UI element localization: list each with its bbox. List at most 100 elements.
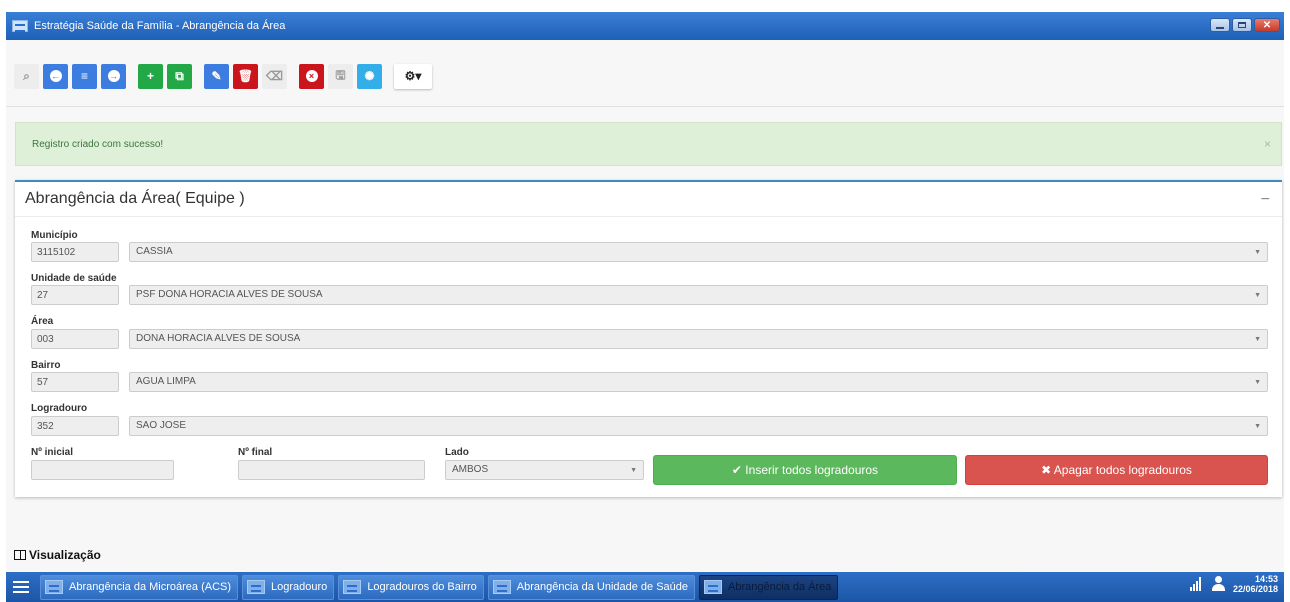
visualizacao-label: Visualização bbox=[29, 548, 101, 562]
close-icon: ✕ bbox=[1262, 19, 1272, 31]
alert-message: Registro criado com sucesso! bbox=[32, 138, 164, 150]
numero-final-input[interactable] bbox=[238, 460, 425, 480]
bairro-label: Bairro bbox=[31, 360, 61, 371]
task-abrangencia-area[interactable]: Abrangência da Área bbox=[699, 574, 839, 600]
task-abrangencia-microarea[interactable]: Abrangência da Microárea (ACS) bbox=[40, 574, 239, 600]
delete-button[interactable]: 🗑 bbox=[233, 63, 258, 89]
plus-icon: + bbox=[146, 69, 154, 83]
area-select[interactable]: DONA HORACIA ALVES DE SOUSA ▼ bbox=[129, 329, 1268, 349]
insert-all-button[interactable]: ✔ Inserir todos logradouros bbox=[653, 455, 957, 485]
lado-label: Lado bbox=[445, 447, 469, 458]
refresh-button[interactable]: ✺ bbox=[357, 63, 382, 89]
numero-inicial-input[interactable] bbox=[31, 460, 174, 480]
chevron-down-icon: ▼ bbox=[1254, 336, 1261, 343]
list-button[interactable]: ≡ bbox=[72, 63, 97, 89]
toolbar-divider bbox=[6, 106, 1284, 107]
main-content: ⌕ ← ≡ → + ⧉ ✎ 🗑 ⌫ × 🖫 ✺ ⚙▾ Registro cria… bbox=[6, 40, 1284, 572]
edit-icon: ✎ bbox=[211, 69, 222, 83]
bairro-code-field[interactable]: 57 bbox=[31, 372, 119, 392]
clock: 14:53 22/06/2018 bbox=[1233, 574, 1278, 594]
window-titlebar: Estratégia Saúde da Família - Abrangênci… bbox=[6, 12, 1284, 40]
chevron-down-icon: ▼ bbox=[1254, 379, 1261, 386]
clock-date: 22/06/2018 bbox=[1232, 584, 1278, 594]
unidade-code-field[interactable]: 27 bbox=[31, 285, 119, 305]
chevron-down-icon: ▼ bbox=[1254, 249, 1261, 256]
user-icon[interactable] bbox=[1211, 576, 1225, 592]
maximize-button[interactable] bbox=[1232, 18, 1252, 32]
minimize-icon bbox=[1216, 26, 1224, 29]
area-label: Área bbox=[31, 316, 54, 327]
window-title: Estratégia Saúde da Família - Abrangênci… bbox=[34, 20, 286, 32]
lado-select[interactable]: AMBOS ▼ bbox=[445, 460, 644, 480]
refresh-icon: ✺ bbox=[364, 69, 375, 83]
area-code-field[interactable]: 003 bbox=[31, 329, 119, 349]
window-icon bbox=[45, 580, 63, 594]
edit-button[interactable]: ✎ bbox=[204, 63, 229, 89]
task-label: Logradouro bbox=[271, 581, 328, 593]
logradouro-select[interactable]: SAO JOSE ▼ bbox=[129, 416, 1268, 436]
toolbar: ⌕ ← ≡ → + ⧉ ✎ 🗑 ⌫ × 🖫 ✺ ⚙▾ bbox=[14, 62, 436, 90]
success-alert: Registro criado com sucesso! × bbox=[15, 122, 1282, 166]
minimize-button[interactable] bbox=[1210, 18, 1230, 32]
window-icon bbox=[704, 580, 723, 594]
unidade-label: Unidade de saúde bbox=[31, 273, 117, 284]
task-label: Logradouros do Bairro bbox=[367, 581, 477, 593]
municipio-select[interactable]: CASSIA ▼ bbox=[129, 242, 1268, 262]
unidade-select[interactable]: PSF DONA HORACIA ALVES DE SOUSA ▼ bbox=[129, 285, 1268, 305]
bairro-value: AGUA LIMPA bbox=[136, 376, 196, 387]
trash-icon: 🗑 bbox=[237, 69, 254, 83]
search-button[interactable]: ⌕ bbox=[14, 63, 39, 89]
task-label: Abrangência da Área bbox=[728, 581, 832, 593]
close-window-button[interactable]: ✕ bbox=[1254, 18, 1280, 32]
logradouro-code-field[interactable]: 352 bbox=[31, 416, 119, 436]
signal-icon bbox=[1189, 577, 1201, 591]
arrow-left-icon: ← bbox=[49, 70, 62, 82]
task-logradouros-bairro[interactable]: Logradouros do Bairro bbox=[338, 574, 484, 600]
task-label: Abrangência da Unidade de Saúde bbox=[516, 581, 689, 593]
save-icon: 🖫 bbox=[335, 67, 346, 82]
book-icon bbox=[14, 550, 26, 560]
numero-final-label: Nº final bbox=[238, 447, 273, 458]
panel-title: Abrangência da Área( Equipe ) bbox=[25, 190, 245, 207]
municipio-value: CASSIA bbox=[136, 246, 173, 257]
list-icon: ≡ bbox=[80, 69, 88, 83]
arrow-right-icon: → bbox=[107, 70, 120, 82]
window-controls: ✕ bbox=[1210, 18, 1280, 32]
add-button[interactable]: + bbox=[138, 63, 163, 89]
abrangencia-panel: Abrangência da Área( Equipe ) − Municípi… bbox=[15, 180, 1282, 497]
previous-button[interactable]: ← bbox=[43, 63, 68, 89]
app-icon bbox=[12, 20, 28, 32]
visualizacao-heading: Visualização bbox=[14, 548, 101, 562]
chevron-down-icon: ▼ bbox=[1254, 292, 1261, 299]
unidade-value: PSF DONA HORACIA ALVES DE SOUSA bbox=[136, 289, 323, 300]
window-icon bbox=[343, 580, 362, 594]
search-icon: ⌕ bbox=[23, 68, 30, 83]
delete-all-button[interactable]: ✖ Apagar todos logradouros bbox=[965, 455, 1268, 485]
eraser-icon: ⌫ bbox=[266, 69, 283, 83]
clear-button[interactable]: ⌫ bbox=[262, 63, 287, 89]
window-icon bbox=[492, 580, 511, 594]
settings-dropdown-button[interactable]: ⚙▾ bbox=[394, 63, 432, 89]
copy-button[interactable]: ⧉ bbox=[167, 63, 192, 89]
logradouro-value: SAO JOSE bbox=[136, 420, 187, 431]
copy-icon: ⧉ bbox=[175, 68, 184, 83]
maximize-icon bbox=[1238, 22, 1246, 28]
task-abrangencia-unidade[interactable]: Abrangência da Unidade de Saúde bbox=[487, 574, 696, 600]
alert-close-icon[interactable]: × bbox=[1264, 137, 1271, 151]
numero-inicial-label: Nº inicial bbox=[31, 447, 73, 458]
collapse-icon[interactable]: − bbox=[1261, 191, 1270, 209]
next-button[interactable]: → bbox=[101, 63, 126, 89]
task-label: Abrangência da Microárea (ACS) bbox=[69, 581, 232, 593]
system-tray: 14:53 22/06/2018 bbox=[1189, 574, 1278, 594]
cancel-button[interactable]: × bbox=[299, 63, 324, 89]
municipio-code-field[interactable]: 3115102 bbox=[31, 242, 119, 262]
bairro-select[interactable]: AGUA LIMPA ▼ bbox=[129, 372, 1268, 392]
task-logradouro[interactable]: Logradouro bbox=[242, 574, 335, 600]
cancel-icon: × bbox=[305, 70, 318, 82]
save-button[interactable]: 🖫 bbox=[328, 63, 353, 89]
chevron-down-icon: ▼ bbox=[630, 467, 637, 474]
hamburger-menu-icon[interactable] bbox=[6, 572, 36, 602]
taskbar: Abrangência da Microárea (ACS) Logradour… bbox=[6, 572, 1284, 602]
panel-header: Abrangência da Área( Equipe ) − bbox=[15, 182, 1282, 217]
clock-time: 14:53 bbox=[1254, 574, 1278, 584]
